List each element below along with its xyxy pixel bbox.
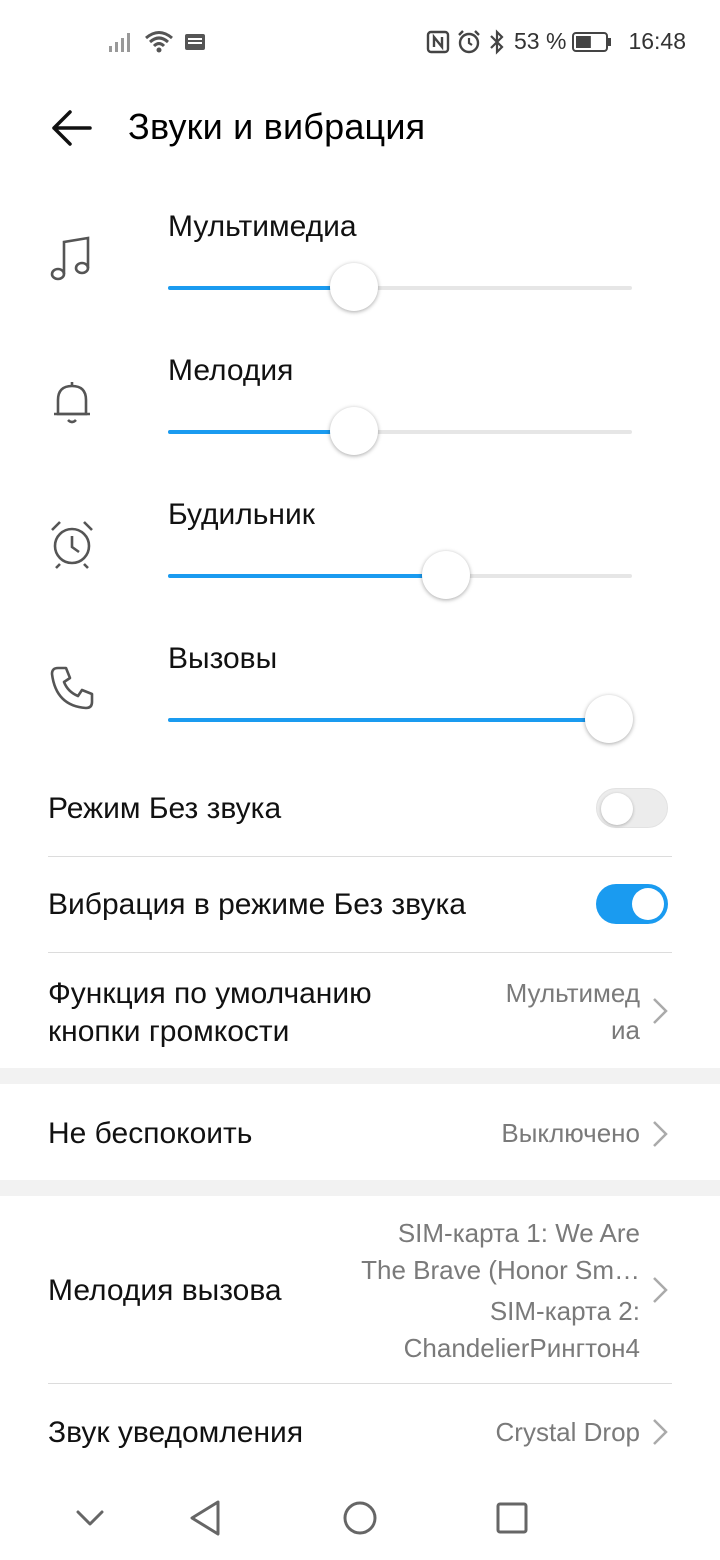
volume-key-default-value: Мультимед иа xyxy=(506,975,640,1049)
volume-slider-ringtone[interactable] xyxy=(168,407,632,455)
slider-thumb[interactable] xyxy=(584,695,633,743)
notification-sound-row[interactable]: Звук уведомления Crystal Drop xyxy=(0,1384,720,1478)
status-bar: 53 % 16:48 xyxy=(0,0,720,88)
navigation-bar xyxy=(0,1478,720,1560)
slider-thumb[interactable] xyxy=(329,407,378,455)
volume-row-alarm: Будильник xyxy=(0,488,720,632)
ringtone-label: Мелодия вызова xyxy=(48,1274,282,1307)
value-line: иа xyxy=(611,1015,640,1045)
value-line: ChandelierРингтон4 xyxy=(403,1333,640,1363)
back-arrow-icon[interactable] xyxy=(46,102,98,154)
volume-slider-alarm[interactable] xyxy=(168,551,632,599)
silent-mode-toggle[interactable] xyxy=(596,788,668,828)
value-line: The Brave (Honor Sm… xyxy=(361,1255,640,1285)
section-gap xyxy=(0,1068,720,1084)
slider-thumb[interactable] xyxy=(329,263,378,311)
volume-label: Мелодия xyxy=(168,354,294,387)
section-gap xyxy=(0,1180,720,1196)
back-triangle-icon[interactable] xyxy=(184,1496,228,1540)
chevron-right-icon xyxy=(653,998,668,1024)
slider-fill xyxy=(168,718,609,722)
vibrate-silent-label: Вибрация в режиме Без звука xyxy=(48,888,466,921)
alarm-clock-icon xyxy=(51,521,93,569)
status-left xyxy=(108,30,206,54)
volume-slider-media[interactable] xyxy=(168,263,632,311)
home-circle-icon[interactable] xyxy=(338,1496,382,1540)
app-header: Звуки и вибрация xyxy=(0,90,720,170)
bell-icon xyxy=(54,382,90,424)
value-line: SIM-карта 1: We Are xyxy=(397,1218,640,1248)
silent-mode-label: Режим Без звука xyxy=(48,792,282,825)
dnd-label: Не беспокоить xyxy=(48,1117,253,1150)
label-line: кнопки громкости xyxy=(48,1015,290,1048)
notification-sound-value: Crystal Drop xyxy=(495,1417,640,1447)
phone-icon xyxy=(50,666,94,710)
battery-percent: 53 % xyxy=(514,28,567,54)
nfc-icon xyxy=(426,30,450,53)
volume-label: Будильник xyxy=(168,498,315,531)
vibrate-silent-row[interactable]: Вибрация в режиме Без звука xyxy=(0,857,720,952)
slider-fill xyxy=(168,286,354,290)
volume-row-calls: Вызовы xyxy=(0,632,720,776)
vibrate-silent-toggle[interactable] xyxy=(596,884,668,924)
volume-label: Мультимедиа xyxy=(168,210,357,243)
volume-key-default-row[interactable]: Функция по умолчанию кнопки громкости Му… xyxy=(0,953,720,1068)
message-icon xyxy=(185,34,205,50)
battery-icon xyxy=(572,31,612,52)
chevron-right-icon xyxy=(653,1277,668,1303)
alarm-status-icon xyxy=(458,29,480,53)
chevron-right-icon xyxy=(653,1419,668,1445)
status-right: 53 % 16:48 xyxy=(426,28,686,55)
slider-fill xyxy=(168,430,354,434)
dnd-value: Выключено xyxy=(501,1118,640,1148)
volume-label: Вызовы xyxy=(168,642,278,675)
chevron-right-icon xyxy=(653,1121,668,1147)
label-line: Функция по умолчанию xyxy=(48,977,372,1010)
dnd-row[interactable]: Не беспокоить Выключено xyxy=(0,1084,720,1180)
slider-fill xyxy=(168,574,447,578)
notification-sound-label: Звук уведомления xyxy=(48,1416,304,1449)
value-line: Мультимед xyxy=(505,978,640,1008)
volume-slider-calls[interactable] xyxy=(168,695,633,743)
volume-row-ringtone: Мелодия xyxy=(0,344,720,488)
slider-thumb[interactable] xyxy=(422,551,471,599)
bluetooth-icon xyxy=(490,28,504,55)
page-title: Звуки и вибрация xyxy=(128,106,426,147)
volume-key-default-label: Функция по умолчанию кнопки громкости xyxy=(48,975,372,1051)
wifi-icon xyxy=(145,31,173,53)
toggle-knob xyxy=(601,793,633,825)
recents-square-icon[interactable] xyxy=(490,1496,534,1540)
volume-row-media: Мультимедиа xyxy=(0,200,720,344)
silent-mode-row[interactable]: Режим Без звука xyxy=(0,760,720,856)
clock: 16:48 xyxy=(628,28,686,54)
toggle-knob xyxy=(632,888,664,920)
ringtone-value: SIM-карта 1: We Are The Brave (Honor Sm…… xyxy=(361,1215,640,1367)
ringtone-row[interactable]: Мелодия вызова SIM-карта 1: We Are The B… xyxy=(0,1196,720,1383)
chevron-down-icon[interactable] xyxy=(68,1496,112,1540)
music-note-icon xyxy=(50,236,90,281)
value-line: SIM-карта 2: xyxy=(489,1296,640,1326)
signal-icon xyxy=(109,33,130,52)
